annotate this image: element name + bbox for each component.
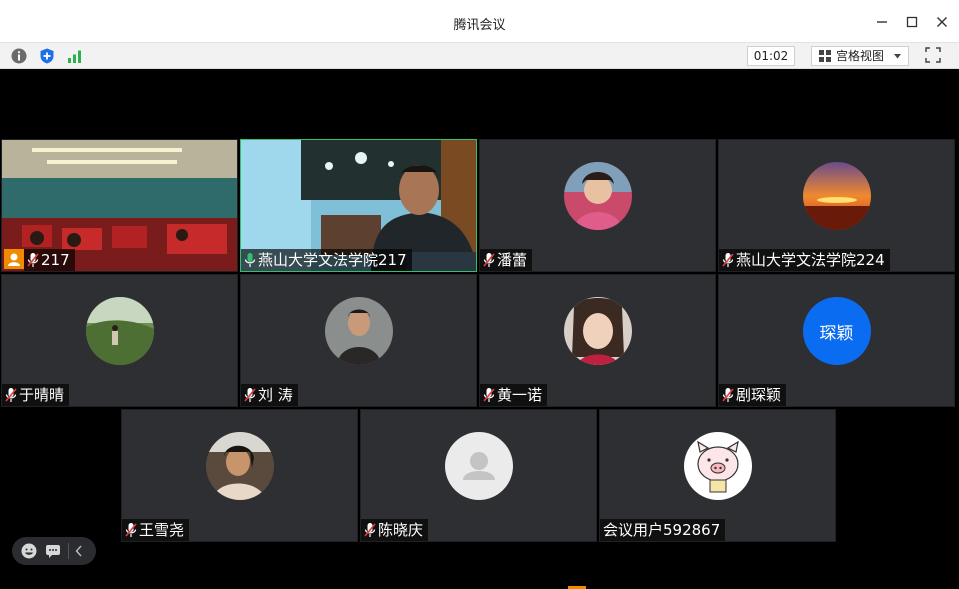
participant-name: 潘蕾 — [497, 251, 528, 269]
participant-name: 燕山大学文法学院217 — [258, 251, 407, 269]
participant-tile[interactable]: 于晴晴 — [1, 274, 238, 407]
participant-name: 燕山大学文法学院224 — [736, 251, 885, 269]
chat-controls — [12, 537, 96, 565]
emoji-icon[interactable] — [21, 543, 37, 559]
avatar — [802, 162, 871, 230]
view-mode-dropdown[interactable]: 宫格视图 — [811, 46, 909, 66]
participant-nametag: 潘蕾 — [480, 249, 533, 271]
participant-name: 黄一诺 — [497, 386, 543, 404]
participant-tile[interactable]: 217 — [1, 139, 238, 272]
mic-muted-icon — [483, 388, 495, 402]
grid-view-icon — [819, 50, 831, 62]
participant-tile[interactable]: 刘 涛 — [240, 274, 477, 407]
participant-name: 会议用户592867 — [603, 521, 721, 539]
security-shield-icon[interactable] — [38, 47, 56, 65]
participant-name: 217 — [41, 251, 70, 269]
participant-name: 王雪尧 — [139, 521, 185, 539]
participant-tile[interactable]: 陈晓庆 — [360, 409, 597, 542]
mic-muted-icon — [125, 523, 137, 537]
mic-muted-icon — [364, 523, 376, 537]
participant-nametag: 陈晓庆 — [361, 519, 429, 541]
participant-nametag: 燕山大学文法学院217 — [241, 249, 412, 271]
avatar — [85, 297, 154, 365]
default-user-icon — [444, 432, 513, 500]
participant-nametag: 黄一诺 — [480, 384, 548, 406]
network-signal-icon[interactable] — [66, 47, 84, 65]
video-stage: 217 燕山大学文法学院217 潘蕾 燕山大学文法学院224 于晴晴 刘 涛 黄… — [0, 69, 959, 589]
meeting-toolbar: 01:02 宫格视图 — [0, 43, 959, 69]
avatar — [563, 162, 632, 230]
participant-tile[interactable]: 琛颖 剧琛颖 — [718, 274, 955, 407]
avatar-initials: 琛颖 — [802, 297, 871, 365]
mic-muted-icon — [483, 253, 495, 267]
window-title: 腾讯会议 — [453, 18, 506, 33]
participant-tile-speaking[interactable]: 燕山大学文法学院217 — [240, 139, 477, 272]
minimize-icon — [877, 21, 887, 23]
view-mode-label: 宫格视图 — [836, 49, 885, 63]
participant-tile[interactable]: 潘蕾 — [479, 139, 716, 272]
info-icon[interactable] — [10, 47, 28, 65]
participant-nametag: 燕山大学文法学院224 — [719, 249, 890, 271]
participant-tile[interactable]: 会议用户592867 — [599, 409, 836, 542]
mic-muted-icon — [722, 253, 734, 267]
participant-nametag: 于晴晴 — [2, 384, 70, 406]
participant-name: 于晴晴 — [19, 386, 65, 404]
close-button[interactable] — [929, 9, 955, 35]
participant-nametag: 会议用户592867 — [600, 519, 726, 541]
meeting-timer: 01:02 — [747, 46, 795, 66]
mic-muted-icon — [244, 388, 256, 402]
participant-nametag: 剧琛颖 — [719, 384, 787, 406]
mic-muted-icon — [5, 388, 17, 402]
avatar — [324, 297, 393, 365]
close-icon — [937, 17, 947, 27]
participant-tile[interactable]: 黄一诺 — [479, 274, 716, 407]
fullscreen-icon[interactable] — [925, 47, 941, 63]
chevron-down-icon — [894, 54, 901, 59]
host-badge — [4, 249, 24, 269]
participant-nametag: 王雪尧 — [122, 519, 190, 541]
user-icon — [8, 253, 20, 266]
participant-name: 刘 涛 — [258, 386, 293, 404]
avatar — [563, 297, 632, 365]
participant-nametag: 刘 涛 — [241, 384, 298, 406]
mic-active-icon — [244, 253, 256, 267]
mic-muted-icon — [722, 388, 734, 402]
participant-tile[interactable]: 王雪尧 — [121, 409, 358, 542]
participant-name: 剧琛颖 — [736, 386, 782, 404]
maximize-icon — [906, 16, 918, 28]
pig-avatar-icon — [683, 432, 752, 500]
participant-tile[interactable]: 燕山大学文法学院224 — [718, 139, 955, 272]
participant-name: 陈晓庆 — [378, 521, 424, 539]
minimize-button[interactable] — [869, 9, 895, 35]
divider — [68, 543, 69, 559]
participant-nametag: 217 — [24, 249, 75, 271]
chat-bubble-icon[interactable] — [45, 543, 61, 559]
chevron-left-icon[interactable] — [75, 545, 83, 557]
maximize-button[interactable] — [899, 9, 925, 35]
mic-muted-icon — [27, 253, 39, 267]
avatar — [205, 432, 274, 500]
title-bar: 腾讯会议 — [0, 0, 959, 43]
